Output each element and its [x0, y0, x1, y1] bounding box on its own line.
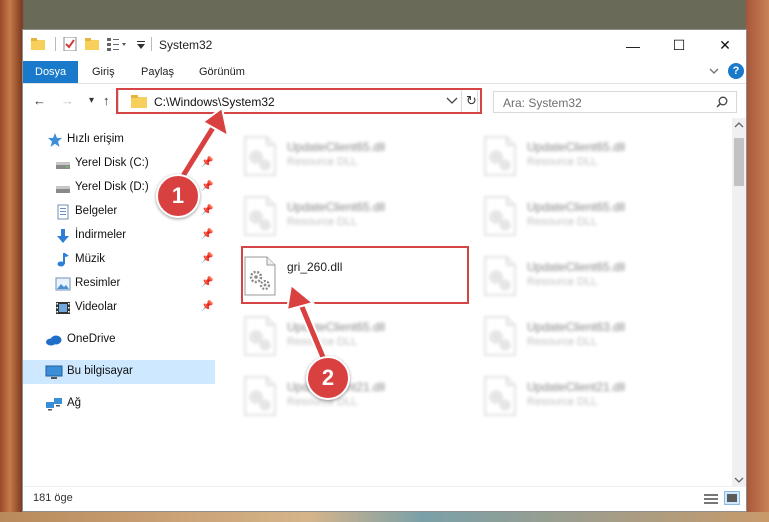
step-1-badge: 1	[156, 174, 200, 218]
step-2-badge: 2	[306, 356, 350, 400]
annotation-arrows	[174, 106, 330, 364]
